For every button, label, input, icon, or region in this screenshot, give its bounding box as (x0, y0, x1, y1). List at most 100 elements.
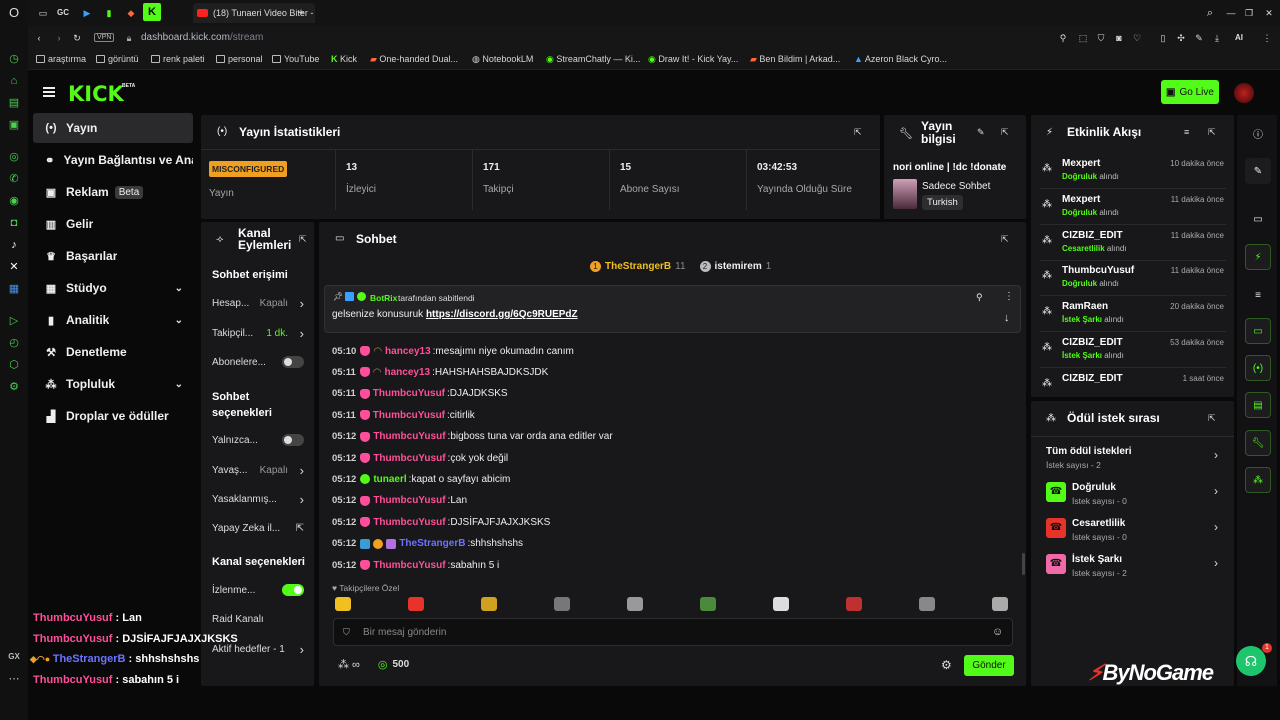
reload-icon[interactable]: ↻ (70, 31, 84, 45)
bookmark-link[interactable]: ▲ Azeron Black Cyro... (854, 54, 947, 64)
history-icon[interactable]: ◴ (7, 336, 21, 350)
activity-item[interactable]: ⁂ CIZBIZ_EDIT İstek Şarkı alındı 53 dakika … (1040, 334, 1226, 368)
chat-username[interactable]: ThumbcuYusuf (373, 495, 445, 506)
activity-item[interactable]: ⁂ ThumbcuYusuf Doğruluk alındı 11 dakika ön… (1040, 262, 1226, 297)
avatar[interactable] (1234, 83, 1254, 103)
filter-icon[interactable]: ≡ (1184, 127, 1194, 137)
twitch-icon[interactable]: ▣ (7, 118, 21, 132)
chat-username[interactable]: ThumbcuYusuf (373, 410, 445, 421)
chat-username[interactable]: tunaerl (373, 474, 406, 485)
forward-icon[interactable]: › (52, 31, 66, 45)
screenshot-icon[interactable]: ⬚ (1076, 31, 1090, 45)
restore-icon[interactable]: ❐ (1242, 6, 1256, 20)
channel-action-row[interactable]: Takipçil... 1 dk. › (212, 323, 308, 343)
collapse-icon[interactable]: ↓ (1004, 312, 1010, 324)
bookmark-folder[interactable]: renk paleti (151, 54, 205, 64)
channel-action-row[interactable]: Yavaş... Kapalı › (212, 460, 308, 480)
emote-icon[interactable] (846, 597, 862, 611)
emote-icon[interactable] (408, 597, 424, 611)
sliders-icon[interactable]: ▤ (1245, 392, 1271, 418)
bookmark-folder[interactable]: personal (216, 54, 263, 64)
nav-item-9[interactable]: ▟ Droplar ve ödüller (33, 401, 193, 431)
tiktok-icon[interactable]: ♪ (7, 238, 21, 252)
chat-input[interactable]: ⛉ Bir mesaj gönderin ☺ (333, 618, 1013, 646)
hamburger-icon[interactable] (43, 87, 55, 97)
activity-item[interactable]: ⁂ Mexpert Doğruluk alındı 10 dakika önce (1040, 155, 1226, 189)
chat-settings-icon[interactable]: ⚙ (941, 658, 952, 672)
nav-item-8[interactable]: ⁂ Topluluk ⌄ (33, 369, 193, 399)
emote-icon[interactable] (554, 597, 570, 611)
bookmark-link[interactable]: K Kick (331, 54, 357, 64)
opera-logo-icon[interactable]: O (7, 6, 21, 20)
player-icon[interactable]: ▷ (7, 314, 21, 328)
bookmark-link[interactable]: ◍ NotebookLM (472, 54, 533, 65)
popout-icon[interactable]: ⇱ (1001, 234, 1011, 244)
chat-username[interactable]: hancey13 (385, 367, 431, 378)
chat-username[interactable]: ThumbcuYusuf (373, 388, 445, 399)
emote-icon[interactable] (919, 597, 935, 611)
reward-row[interactable]: ☎ Cesaretlilik İstek sayısı - 0 › (1046, 516, 1222, 550)
go-live-button[interactable]: ▣ Go Live (1161, 80, 1219, 104)
broadcast-icon[interactable]: (•) (1245, 355, 1271, 381)
chat-username[interactable]: TheStrangerB (399, 538, 465, 549)
gx-corner-icon[interactable]: ◎ (7, 150, 21, 164)
lightning-icon[interactable]: ⚡︎ (1245, 244, 1271, 270)
cart-icon[interactable]: ⌂ (7, 74, 21, 88)
channel-action-row[interactable]: Hesap... Kapalı › (212, 293, 308, 313)
minimize-icon[interactable]: — (1224, 6, 1238, 20)
send-button[interactable]: Gönder (964, 655, 1014, 676)
channel-action-row[interactable]: İzlenme... (212, 580, 308, 600)
emote-icon[interactable] (700, 597, 716, 611)
ai-button[interactable]: AI (1228, 31, 1250, 45)
heart-icon[interactable]: ♡ (1130, 31, 1144, 45)
kick-logo[interactable]: KICK (68, 82, 124, 106)
pencil-icon[interactable]: ✎ (1192, 31, 1206, 45)
more-options-icon[interactable]: ⋮ (1004, 291, 1014, 302)
activity-item[interactable]: ⁂ RamRaen İstek Şarkı alındı 20 dakika önce (1040, 298, 1226, 333)
activity-item[interactable]: ⁂ CIZBIZ_EDIT 1 saat önce (1040, 370, 1226, 394)
chat-username[interactable]: ThumbcuYusuf (373, 453, 445, 464)
bookmark-folder[interactable]: araştırma (36, 54, 86, 64)
gifter-name[interactable]: istemirem (715, 261, 762, 272)
back-icon[interactable]: ‹ (32, 31, 46, 45)
vk-icon[interactable]: ▦ (7, 282, 21, 296)
popout-icon[interactable]: ⇱ (1208, 127, 1218, 137)
more-icon[interactable]: ⋯ (7, 672, 21, 686)
doc-icon[interactable]: ▯ (1156, 31, 1170, 45)
kick-tab-icon[interactable]: K (143, 3, 161, 21)
edit-icon[interactable]: ✎ (977, 127, 987, 137)
reward-row[interactable]: ☎ Doğruluk İstek sayısı - 0 › (1046, 480, 1222, 514)
new-tab-button[interactable]: + (294, 6, 308, 20)
menu-icon[interactable]: ⋮ (1260, 31, 1274, 45)
toggle-switch[interactable] (282, 434, 304, 446)
info-icon[interactable]: ⓘ (1245, 120, 1271, 146)
whatsapp-icon[interactable]: ✆ (7, 172, 21, 186)
wrench-icon[interactable]: 🔧︎ (1245, 430, 1271, 456)
extensions-icon[interactable]: ⬡ (7, 358, 21, 372)
channel-action-row[interactable]: Yalnızca... (212, 430, 308, 450)
chat-username[interactable]: ThumbcuYusuf (373, 431, 445, 442)
chat-username[interactable]: ThumbcuYusuf (373, 560, 445, 571)
emote-icon[interactable] (335, 597, 351, 611)
address-input[interactable]: dashboard.kick.com/stream (141, 32, 263, 43)
popout-icon[interactable]: ⇱ (299, 234, 309, 244)
discord-icon[interactable]: ◉ (7, 194, 21, 208)
nav-item-7[interactable]: ⚒ Denetleme (33, 337, 193, 367)
bookmark-link[interactable]: ▰ One-handed Dual... (370, 54, 458, 65)
emote-icon[interactable] (773, 597, 789, 611)
popout-icon[interactable]: ⇱ (854, 127, 864, 137)
play-tab-icon[interactable]: ▶ (80, 6, 94, 20)
channel-action-row[interactable]: Raid Kanalı (212, 609, 308, 629)
activity-item[interactable]: ⁂ Mexpert Doğruluk alındı 11 dakika önce (1040, 191, 1226, 225)
bookmark-link[interactable]: ◉ Draw It! - Kick Yay... (648, 54, 738, 65)
all-rewards-row[interactable]: Tüm ödül istekleri İstek sayısı - 2 › (1046, 446, 1222, 474)
users-icon[interactable]: ⁂ (338, 658, 349, 671)
search-icon[interactable]: ⌕ (1203, 6, 1217, 20)
settings-icon[interactable]: ⚙ (7, 380, 21, 394)
nav-item-2[interactable]: ▣ Reklam Beta (33, 177, 193, 207)
emote-icon[interactable] (481, 597, 497, 611)
camera-icon[interactable]: ◙ (1112, 31, 1126, 45)
nav-item-6[interactable]: ▮ Analitik ⌄ (33, 305, 193, 335)
emoji-icon[interactable]: ☺ (992, 626, 1003, 638)
support-chat-button[interactable]: ☊ (1236, 646, 1266, 676)
